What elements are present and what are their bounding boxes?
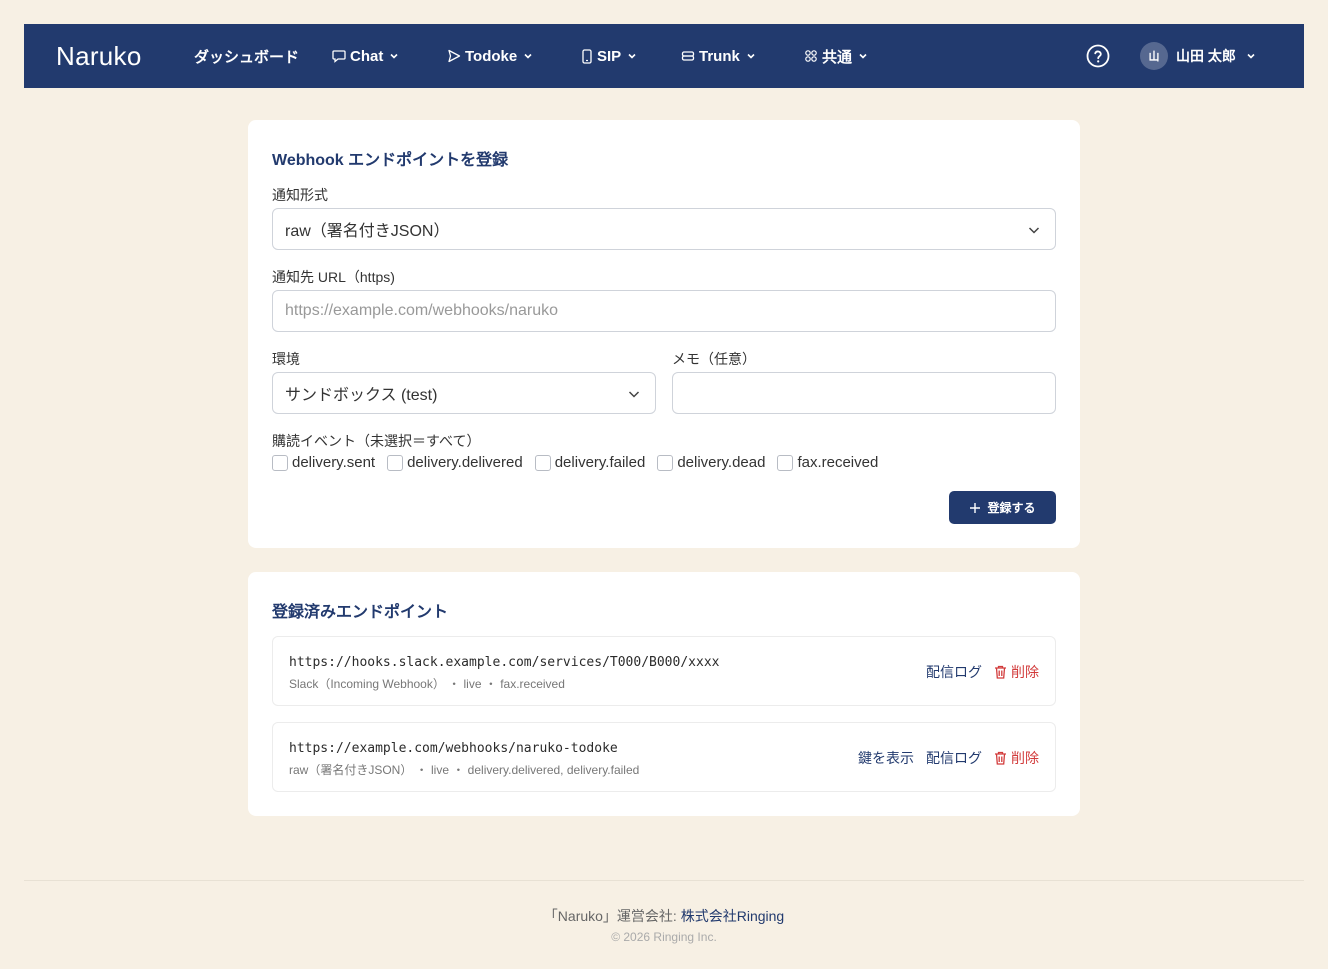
event-label: fax.received	[797, 454, 879, 471]
brand-logo[interactable]: Naruko	[56, 41, 142, 72]
chevron-down-icon	[390, 53, 398, 59]
footer-divider	[24, 880, 1304, 881]
endpoint-meta: Slack（Incoming Webhook） ・ live ・ fax.rec…	[289, 677, 565, 691]
chevron-down-icon	[628, 53, 636, 59]
event-label: delivery.delivered	[407, 454, 523, 471]
events-checkbox-group: delivery.sent delivery.delivered deliver…	[272, 454, 890, 471]
top-navbar: Naruko ダッシュボード Chat Todoke SIP Trunk 共通 …	[24, 24, 1304, 88]
registered-card-title: 登録済みエンドポイント	[272, 604, 449, 621]
endpoint-url: https://hooks.slack.example.com/services…	[289, 655, 720, 670]
event-checkbox-delivery-delivered[interactable]: delivery.delivered	[387, 454, 523, 471]
chevron-down-icon	[628, 391, 640, 398]
checkbox-box[interactable]	[534, 454, 551, 471]
register-button-label: 登録する	[987, 501, 1036, 515]
chat-bubble-icon	[332, 50, 346, 63]
delivery-log-link[interactable]: 配信ログ	[926, 662, 982, 682]
nav-chat-label: Chat	[350, 47, 384, 65]
chevron-down-icon	[524, 53, 532, 59]
server-icon	[681, 51, 695, 61]
env-select[interactable]: サンドボックス (test)	[272, 372, 656, 414]
nav-todoke[interactable]: Todoke	[447, 24, 533, 88]
footer-operator: 「Naruko」運営会社: 株式会社Ringing	[0, 906, 1328, 926]
format-label: 通知形式	[272, 187, 328, 203]
footer-company-link[interactable]: 株式会社Ringing	[681, 908, 784, 924]
nav-trunk-label: Trunk	[699, 47, 740, 65]
endpoint-actions: 配信ログ 削除	[914, 662, 1039, 682]
delete-label: 削除	[1011, 664, 1039, 680]
endpoint-item: https://example.com/webhooks/naruko-todo…	[272, 722, 1056, 792]
nav-dashboard[interactable]: ダッシュボード	[194, 24, 299, 88]
send-icon	[448, 49, 461, 63]
plus-icon	[970, 502, 981, 513]
nav-sip[interactable]: SIP	[581, 24, 637, 88]
footer-copyright: © 2026 Ringing Inc.	[611, 930, 717, 944]
avatar: 山	[1140, 42, 1168, 70]
phone-icon	[582, 48, 592, 64]
register-webhook-card: Webhook エンドポイントを登録 通知形式 raw（署名付きJSON） 通知…	[248, 120, 1080, 548]
delete-label: 削除	[1011, 750, 1039, 766]
chevron-down-icon	[747, 53, 755, 59]
event-checkbox-delivery-failed[interactable]: delivery.failed	[534, 454, 646, 471]
nav-chat[interactable]: Chat	[332, 24, 399, 88]
event-checkbox-delivery-sent[interactable]: delivery.sent	[272, 454, 375, 471]
url-input-placeholder: https://example.com/webhooks/naruko	[285, 302, 559, 319]
url-input[interactable]: https://example.com/webhooks/naruko	[272, 290, 1056, 332]
grid-icon	[805, 50, 817, 62]
url-label: 通知先 URL（https)	[272, 269, 395, 285]
register-button[interactable]: 登録する	[949, 491, 1056, 524]
endpoint-item: https://hooks.slack.example.com/services…	[272, 636, 1056, 706]
nav-todoke-label: Todoke	[465, 47, 518, 65]
format-select-value: raw（署名付きJSON）	[285, 223, 450, 240]
show-key-link[interactable]: 鍵を表示	[858, 748, 914, 768]
register-card-title: Webhook エンドポイントを登録	[272, 152, 509, 169]
format-select[interactable]: raw（署名付きJSON）	[272, 208, 1056, 250]
event-checkbox-fax-received[interactable]: fax.received	[777, 454, 878, 471]
env-select-value: サンドボックス (test)	[285, 387, 438, 404]
chevron-down-icon	[1247, 53, 1255, 59]
checkbox-box[interactable]	[657, 454, 674, 471]
delete-button[interactable]: 削除	[994, 662, 1039, 682]
endpoint-url: https://example.com/webhooks/naruko-todo…	[289, 741, 618, 756]
checkbox-box[interactable]	[777, 454, 794, 471]
help-icon[interactable]	[1086, 44, 1110, 68]
memo-input[interactable]	[672, 372, 1056, 414]
endpoint-actions: 鍵を表示 配信ログ 削除	[846, 748, 1039, 768]
trash-icon	[995, 665, 1006, 679]
delete-button[interactable]: 削除	[994, 748, 1039, 768]
footer-prefix: 「Naruko」運営会社:	[543, 908, 681, 924]
endpoint-meta: raw（署名付きJSON） ・ live ・ delivery.delivere…	[289, 763, 640, 777]
trash-icon	[995, 751, 1006, 765]
event-label: delivery.failed	[554, 454, 646, 471]
nav-common-label: 共通	[822, 48, 853, 66]
event-label: delivery.dead	[677, 454, 766, 471]
memo-label: メモ（任意）	[672, 351, 756, 367]
chevron-down-icon	[1028, 227, 1040, 234]
env-label: 環境	[272, 351, 300, 367]
nav-common[interactable]: 共通	[804, 24, 868, 88]
checkbox-box[interactable]	[272, 454, 288, 471]
chevron-down-icon	[859, 53, 867, 59]
registered-endpoints-card: 登録済みエンドポイント https://hooks.slack.example.…	[248, 572, 1080, 816]
user-name: 山田 太郎	[1176, 48, 1236, 64]
nav-dashboard-label: ダッシュボード	[194, 48, 300, 66]
events-label: 購読イベント（未選択＝すべて）	[272, 433, 481, 449]
checkbox-box[interactable]	[387, 454, 404, 471]
event-label: delivery.sent	[292, 454, 376, 471]
delivery-log-link[interactable]: 配信ログ	[926, 748, 982, 768]
nav-sip-label: SIP	[597, 47, 622, 65]
event-checkbox-delivery-dead[interactable]: delivery.dead	[657, 454, 765, 471]
user-menu[interactable]: 山 山田 太郎	[1140, 24, 1256, 88]
nav-trunk[interactable]: Trunk	[681, 24, 756, 88]
